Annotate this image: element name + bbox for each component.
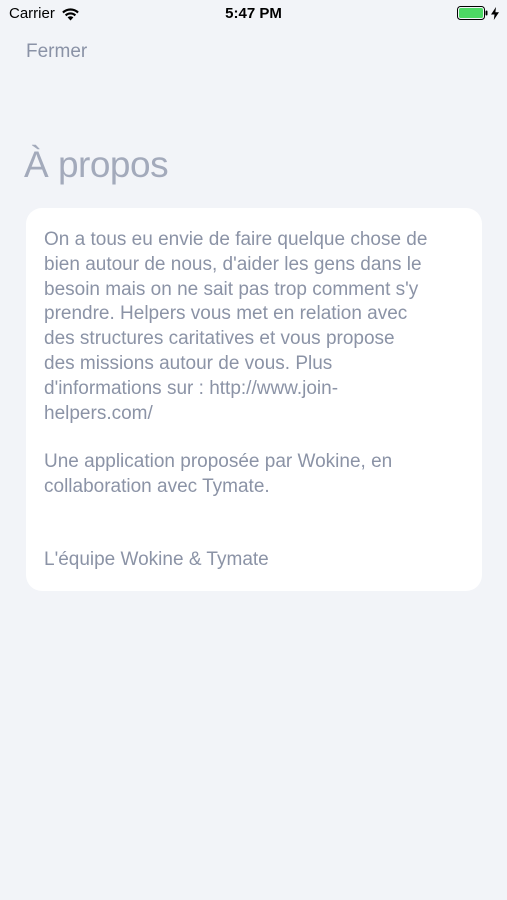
about-credits: Une application proposée par Wokine, en … xyxy=(44,451,393,498)
about-card: On a tous eu envie de faire quelque chos… xyxy=(26,208,482,591)
battery-group xyxy=(457,6,499,20)
about-description: On a tous eu envie de faire quelque chos… xyxy=(44,229,428,424)
battery-icon xyxy=(457,6,488,20)
status-time: 5:47 PM xyxy=(225,5,282,22)
charging-bolt-icon xyxy=(491,6,499,20)
close-button[interactable]: Fermer xyxy=(26,41,87,63)
status-bar: Carrier 5:47 PM xyxy=(0,0,507,28)
about-screen: Carrier 5:47 PM Fermer À propos On a tou… xyxy=(0,0,507,900)
page-title: À propos xyxy=(24,144,169,185)
about-signature: L'équipe Wokine & Tymate xyxy=(44,549,269,570)
